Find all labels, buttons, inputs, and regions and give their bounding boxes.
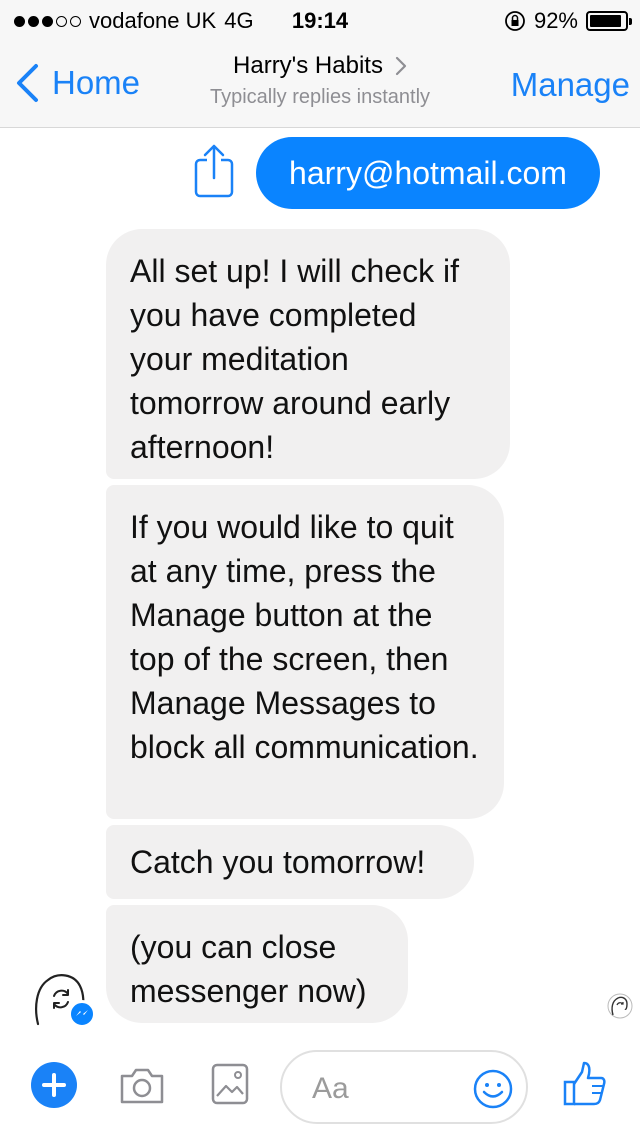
battery-fill: [590, 15, 622, 27]
plus-icon[interactable]: [31, 1062, 77, 1108]
outgoing-message[interactable]: harry@hotmail.com: [256, 137, 600, 209]
camera-icon[interactable]: [118, 1064, 166, 1106]
incoming-message[interactable]: Catch you tomorrow!: [106, 825, 474, 899]
battery-icon: [586, 11, 632, 31]
message-input[interactable]: Aa: [280, 1050, 528, 1124]
chevron-right-icon: [395, 56, 407, 76]
smile-icon[interactable]: [472, 1068, 514, 1110]
incoming-message[interactable]: If you would like to quit at any time, p…: [106, 485, 504, 819]
lock-rotation-icon: [505, 11, 525, 31]
seen-avatar-icon: [607, 993, 633, 1019]
incoming-message[interactable]: (you can close messenger now): [106, 905, 408, 1023]
like-icon[interactable]: [562, 1060, 608, 1108]
incoming-message[interactable]: All set up! I will check if you have com…: [106, 229, 510, 479]
status-right: 92%: [504, 8, 632, 34]
page-title: Harry's Habits: [233, 52, 383, 79]
composer-bar: Aa: [0, 1040, 640, 1136]
battery-percent: 92%: [533, 8, 578, 33]
navigation-bar: Home Harry's Habits Typically replies in…: [0, 40, 640, 128]
manage-button[interactable]: Manage: [511, 66, 630, 104]
title-row: Harry's Habits: [233, 52, 407, 80]
messenger-bolt-icon: [76, 1010, 88, 1016]
status-bar: vodafone UK 4G 19:14 92%: [0, 0, 640, 40]
input-placeholder: Aa: [312, 1072, 349, 1105]
share-icon[interactable]: [192, 142, 236, 200]
image-icon[interactable]: [210, 1062, 250, 1106]
messenger-badge-icon: [68, 1000, 96, 1028]
